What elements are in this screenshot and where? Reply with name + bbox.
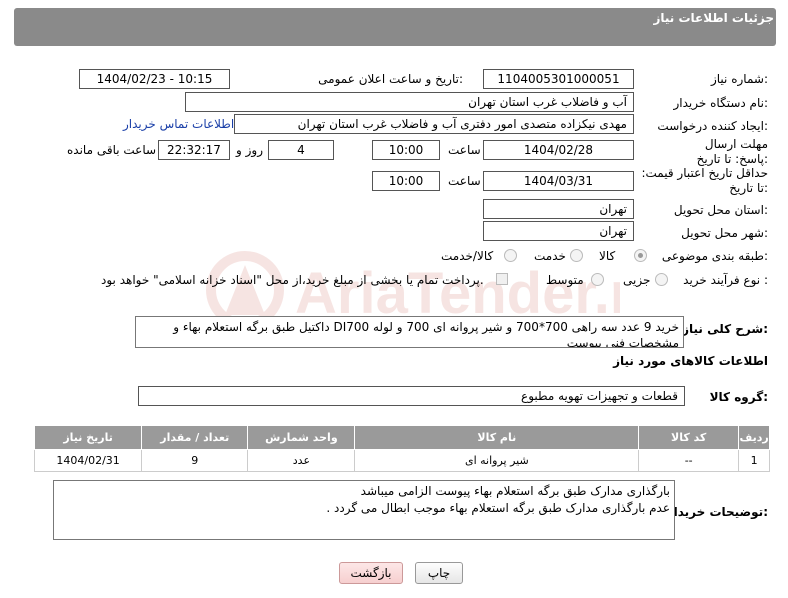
table-row: 1 -- شیر پروانه ای عدد 9 1404/02/31: [33, 449, 770, 472]
col-row-number: ردیف: [738, 425, 770, 450]
buyer-notes-line-1: بارگذاری مدارک طبق برگه استعلام بهاء پیو…: [360, 484, 670, 498]
category-label: طبقه بندی موضوعی:: [661, 249, 768, 263]
buyer-notes-textarea[interactable]: بارگذاری مدارک طبق برگه استعلام بهاء پیو…: [53, 480, 675, 540]
cell-need-date: 1404/02/31: [33, 449, 143, 472]
days-label: روز و: [236, 143, 263, 157]
process-option-minor: جزیی: [623, 273, 651, 287]
cell-unit: عدد: [247, 449, 356, 472]
price-time-field: 10:00: [372, 171, 440, 191]
price-time-label: ساعت: [448, 174, 481, 188]
city-field: تهران: [483, 221, 634, 241]
description-label: شرح کلی نیاز:: [682, 322, 768, 336]
category-option-goods: کالا: [599, 249, 616, 263]
buyer-notes-line-2: عدم بارگذاری مدارک طبق برگه استعلام بهاء…: [326, 501, 670, 515]
col-goods-code: کد کالا: [638, 425, 740, 450]
process-radio-minor[interactable]: [655, 273, 668, 286]
category-radio-both[interactable]: [504, 249, 517, 262]
days-field: 4: [268, 140, 334, 160]
buyer-org-field: آب و فاضلاب غرب استان تهران: [185, 92, 634, 112]
category-radio-service[interactable]: [570, 249, 583, 262]
col-quantity: تعداد / مقدار: [141, 425, 249, 450]
need-number-label: شماره نیاز:: [710, 72, 768, 86]
category-option-both: کالا/خدمت: [441, 249, 494, 263]
category-option-service: خدمت: [534, 249, 566, 263]
goods-section-title: اطلاعات کالاهای مورد نیاز: [613, 354, 768, 368]
cell-goods-name: شیر پروانه ای: [354, 449, 640, 472]
remaining-label: ساعت باقی مانده: [67, 143, 157, 157]
buyer-contact-link[interactable]: اطلاعات تماس خریدار: [123, 117, 234, 131]
reply-time-field: 10:00: [372, 140, 440, 160]
goods-group-field: قطعات و تجهیزات تهویه مطبوع: [138, 386, 685, 406]
back-button[interactable]: بازگشت: [339, 562, 403, 584]
province-field: تهران: [483, 199, 634, 219]
price-date-field: 1404/03/31: [483, 171, 634, 191]
creator-label: ایجاد کننده درخواست:: [657, 119, 768, 133]
goods-group-label: گروه کالا:: [709, 390, 768, 404]
page-title: جزئیات اطلاعات نیاز: [653, 11, 774, 25]
buyer-notes-label: توضیحات خریدار:: [666, 505, 768, 519]
process-option-medium: متوسط: [546, 273, 584, 287]
cell-goods-code: --: [638, 449, 740, 472]
category-radio-goods[interactable]: [634, 249, 647, 262]
reply-time-label: ساعت: [448, 143, 481, 157]
announce-label: تاریخ و ساعت اعلان عمومی:: [318, 72, 463, 86]
goods-table: ردیف کد کالا نام کالا واحد شمارش تعداد /…: [33, 425, 770, 472]
cell-row-number: 1: [738, 449, 770, 472]
col-goods-name: نام کالا: [354, 425, 640, 450]
need-number-field: 1104005301000051: [483, 69, 634, 89]
print-button[interactable]: چاپ: [415, 562, 463, 584]
col-unit: واحد شمارش: [247, 425, 356, 450]
reply-deadline-label: مهلت ارسال پاسخ: تا تاریخ:: [696, 137, 768, 166]
announce-field: 1404/02/23 - 10:15: [79, 69, 230, 89]
process-radio-medium[interactable]: [591, 273, 604, 286]
col-need-date: تاریخ نیاز: [33, 425, 143, 450]
treasury-payment-note: پرداخت تمام یا بخشی از مبلغ خرید،از محل …: [101, 273, 484, 287]
treasury-checkbox[interactable]: [496, 273, 508, 285]
creator-field: مهدی نیکزاده متصدی امور دفتری آب و فاضلا…: [234, 114, 634, 134]
goods-table-header: ردیف کد کالا نام کالا واحد شمارش تعداد /…: [33, 425, 770, 450]
reply-date-field: 1404/02/28: [483, 140, 634, 160]
cell-quantity: 9: [141, 449, 249, 472]
process-label: نوع فرآیند خرید :: [683, 273, 768, 287]
province-label: استان محل تحویل:: [673, 203, 768, 217]
description-textarea[interactable]: خرید 9 عدد سه راهی 700*700 و شیر پروانه …: [135, 316, 684, 348]
price-validity-label: حداقل تاریخ اعتبار قیمت: تا تاریخ:: [641, 166, 768, 195]
buyer-org-label: نام دستگاه خریدار:: [673, 96, 769, 110]
remaining-time-field: 22:32:17: [158, 140, 230, 160]
city-label: شهر محل تحویل:: [681, 226, 768, 240]
